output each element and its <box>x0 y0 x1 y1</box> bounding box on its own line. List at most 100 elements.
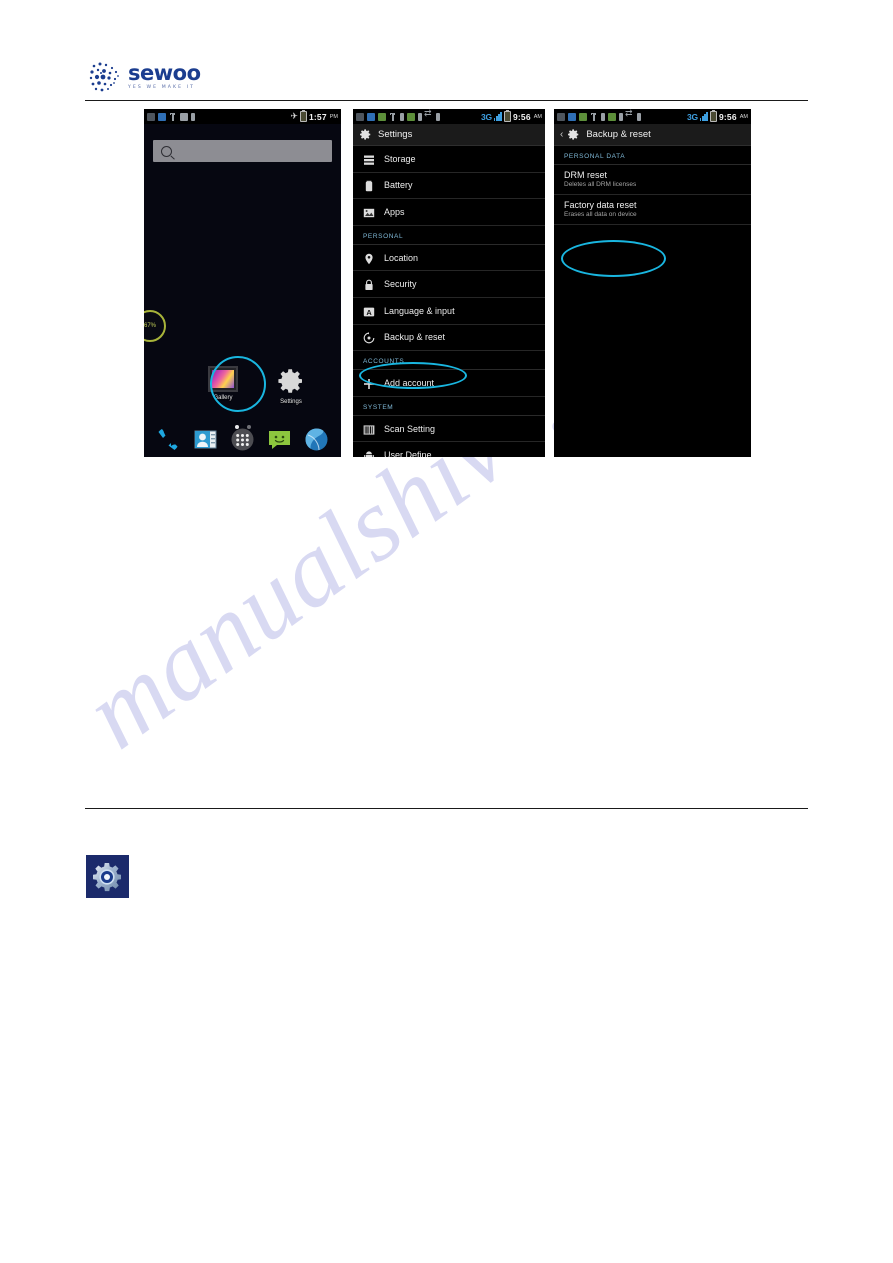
settings-item-label: Apps <box>384 206 405 217</box>
section-personal-data: PERSONAL DATA <box>554 146 751 165</box>
backup-reset-header: ‹ Backup & reset <box>554 124 751 146</box>
settings-item-label: Add account <box>384 377 435 388</box>
sewoo-logo: sewoo YES WE MAKE IT <box>88 58 288 96</box>
settings-item-scan-setting[interactable]: Scan Setting <box>353 416 545 443</box>
status-time: 9:56 <box>512 111 531 122</box>
settings-gear-icon <box>360 129 371 140</box>
sync-icon <box>625 109 634 121</box>
settings-item-user-define[interactable]: User Define <box>353 442 545 457</box>
network-type-label: 3G <box>481 111 492 122</box>
backup-reset-list: PERSONAL DATA DRM reset Deletes all DRM … <box>554 146 751 277</box>
backup-reset-icon <box>363 331 375 344</box>
brand-tagline: YES WE MAKE IT <box>128 85 196 90</box>
settings-item-language-input[interactable]: A Language & input <box>353 298 545 325</box>
app-icon-gallery[interactable]: Gallery <box>199 366 247 401</box>
battery-icon <box>299 110 307 122</box>
browser-icon[interactable] <box>303 426 330 453</box>
settings-title: Settings <box>378 129 413 140</box>
photo-icon <box>407 112 415 121</box>
settings-item-label: Storage <box>384 153 416 164</box>
settings-item-label: Backup & reset <box>384 332 446 343</box>
settings-item-label: Security <box>384 279 417 290</box>
sd-card-icon <box>367 112 375 121</box>
app-icon-settings[interactable]: Settings <box>267 366 315 405</box>
settings-item-backup-reset[interactable]: Backup & reset <box>353 325 545 352</box>
lock-icon <box>363 278 375 291</box>
battery-icon <box>418 112 422 121</box>
settings-item-add-account[interactable]: Add account <box>353 370 545 397</box>
messaging-icon[interactable] <box>266 426 293 453</box>
backup-item-drm-reset[interactable]: DRM reset Deletes all DRM licenses <box>554 165 751 195</box>
status-time: 1:57 <box>308 111 327 122</box>
sim-card-icon <box>356 112 364 121</box>
header-divider <box>85 100 808 101</box>
item-title: DRM reset <box>564 170 608 180</box>
barcode-icon <box>363 423 375 435</box>
factory-reset-highlight-annotation <box>561 240 666 277</box>
signal-bars-icon <box>699 112 708 121</box>
battery-percent-widget[interactable]: 67% <box>144 310 166 342</box>
sd-card-icon <box>158 112 166 121</box>
search-icon <box>161 145 172 157</box>
photo-icon <box>608 112 616 121</box>
usb-icon <box>590 112 598 121</box>
settings-item-label: Scan Setting <box>384 423 436 434</box>
back-chevron-icon[interactable]: ‹ <box>560 129 563 140</box>
item-subtitle: Deletes all DRM licenses <box>564 181 637 188</box>
usb-icon <box>389 112 397 121</box>
settings-item-apps[interactable]: Apps <box>353 199 545 226</box>
settings-item-label: Location <box>384 252 419 263</box>
gallery-icon <box>208 366 238 392</box>
search-input[interactable] <box>153 140 332 162</box>
settings-item-label: Battery <box>384 180 413 191</box>
settings-item-storage[interactable]: Storage <box>353 146 545 173</box>
battery-saver-icon <box>400 112 404 121</box>
home-app-row: Gallery Settings <box>199 366 315 405</box>
battery-saver-icon <box>191 112 195 121</box>
vibrate-icon <box>436 112 440 121</box>
vibrate-icon <box>637 112 641 121</box>
battery-icon <box>709 110 717 122</box>
settings-gear-icon <box>568 129 579 140</box>
app-drawer-icon[interactable] <box>229 426 256 453</box>
usb-icon <box>169 112 177 121</box>
contacts-icon[interactable] <box>192 426 219 453</box>
apps-icon <box>363 206 375 218</box>
home-dock <box>144 426 341 453</box>
status-ampm: PM <box>329 113 338 120</box>
status-time: 9:56 <box>718 111 737 122</box>
home-screen-screenshot: ✈ 1:57 PM 67% Gallery Settings <box>144 109 341 457</box>
status-bar: ✈ 1:57 PM <box>144 109 341 124</box>
screenshot-icon <box>378 112 386 121</box>
home-screen-body: 67% Gallery Settings <box>144 124 341 457</box>
sim-card-icon <box>557 112 565 121</box>
sd-card-icon <box>568 112 576 121</box>
status-bar: 3G 9:56 AM <box>353 109 545 124</box>
item-title: Factory data reset <box>564 200 637 210</box>
app-label-gallery: Gallery <box>213 395 233 401</box>
airplane-mode-icon: ✈ <box>290 111 298 121</box>
android-icon <box>363 449 375 457</box>
phone-icon[interactable] <box>155 426 182 453</box>
status-bar-right-icons: 3G 9:56 AM <box>687 110 748 122</box>
backup-item-factory-data-reset[interactable]: Factory data reset Erases all data on de… <box>554 195 751 225</box>
status-bar-left-icons <box>356 109 481 121</box>
app-label-settings: Settings <box>280 399 302 405</box>
settings-item-location[interactable]: Location <box>353 245 545 272</box>
status-bar-right-icons: ✈ 1:57 PM <box>290 110 338 122</box>
svg-text:A: A <box>366 308 372 317</box>
backup-reset-title: Backup & reset <box>586 129 651 140</box>
language-a-icon: A <box>363 305 375 317</box>
battery-icon <box>503 110 511 122</box>
settings-item-label: Language & input <box>384 305 455 316</box>
settings-item-battery[interactable]: Battery <box>353 173 545 200</box>
settings-app-icon-figure <box>86 855 129 898</box>
sim-card-icon <box>147 112 155 121</box>
backup-reset-screenshot: 3G 9:56 AM ‹ Backup & reset PERSONAL DAT… <box>554 109 751 457</box>
settings-gear-icon <box>92 862 121 891</box>
settings-section-system: SYSTEM <box>353 397 545 416</box>
settings-list: Storage Battery Apps PERSONAL Location S… <box>353 146 545 457</box>
footer-divider <box>85 808 808 809</box>
status-bar-right-icons: 3G 9:56 AM <box>481 110 542 122</box>
settings-item-security[interactable]: Security <box>353 271 545 298</box>
